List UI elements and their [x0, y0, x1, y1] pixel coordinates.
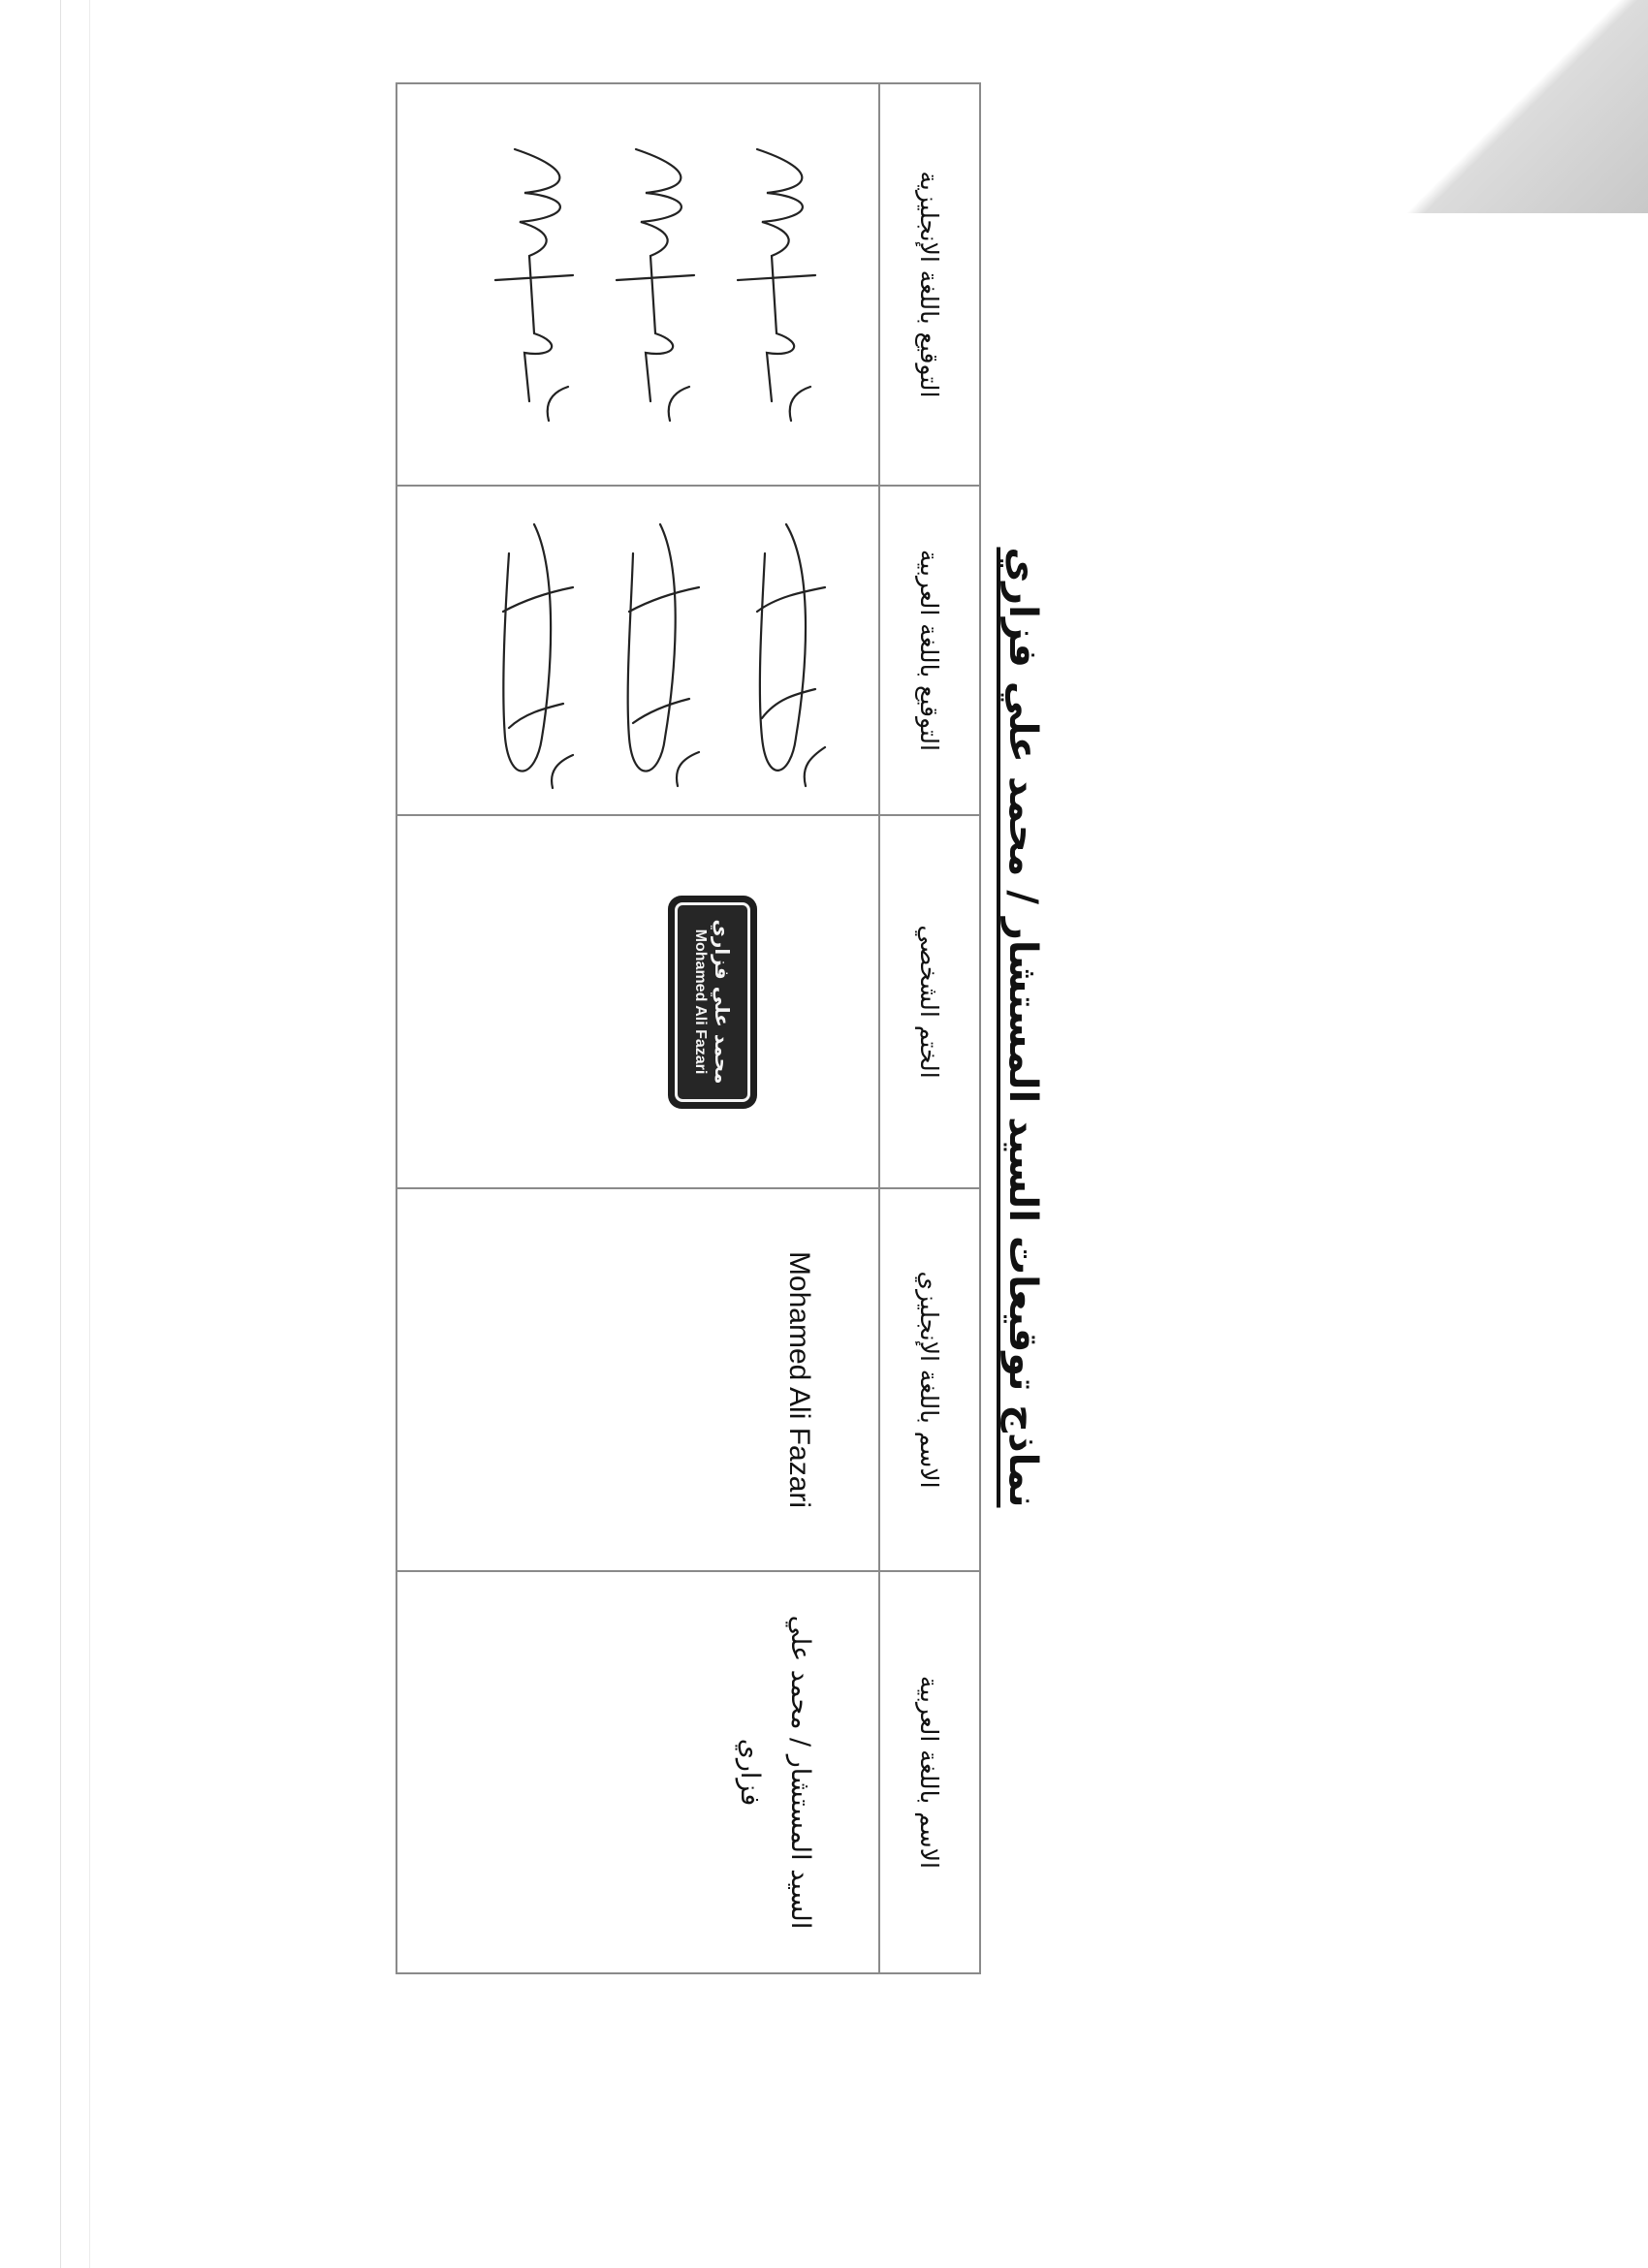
scan-edge [60, 0, 100, 2268]
stamp-arabic-text: محمد علي فزاري [711, 919, 734, 1085]
cell-arabic-signature [396, 486, 879, 815]
header-personal-stamp: الختم الشخصي [879, 815, 980, 1188]
header-english-name: الاسم باللغة الإنجليزي [879, 1188, 980, 1571]
table-row: السيد المستشار / محمد علي فزاري Mohamed … [396, 83, 879, 1973]
stamp-frame: محمد علي فزاري Mohamed Ali Fazari [675, 901, 750, 1102]
cell-english-signature [396, 83, 879, 486]
stamp-english-text: Mohamed Ali Fazari [692, 929, 709, 1075]
page-title: نماذج توقيعات السيد المستشار / محمد علي … [1000, 547, 1045, 1508]
folded-corner [1396, 0, 1648, 213]
english-name-text: Mohamed Ali Fazari [783, 1250, 815, 1509]
table-header-row: الاسم باللغة العربية الاسم باللغة الإنجل… [879, 83, 980, 1973]
cell-english-name: Mohamed Ali Fazari [396, 1188, 879, 1571]
cell-arabic-name: السيد المستشار / محمد علي فزاري [396, 1571, 879, 1973]
signature-sheet: نماذج توقيعات السيد المستشار / محمد علي … [396, 82, 1047, 1973]
scan-edge-line [89, 0, 90, 2268]
signature-table: الاسم باللغة العربية الاسم باللغة الإنجل… [396, 82, 981, 1974]
header-arabic-signature: التوقيع باللغة العربية [879, 486, 980, 815]
arabic-signature-samples [501, 522, 827, 790]
cell-personal-stamp: محمد علي فزاري Mohamed Ali Fazari [396, 815, 879, 1188]
personal-stamp: محمد علي فزاري Mohamed Ali Fazari [668, 895, 757, 1109]
arabic-name-text: السيد المستشار / محمد علي فزاري [735, 1615, 815, 1930]
header-english-signature: التوقيع باللغة الإنجليزية [879, 83, 980, 486]
english-signature-samples [493, 147, 817, 422]
header-arabic-name: الاسم باللغة العربية [879, 1571, 980, 1973]
